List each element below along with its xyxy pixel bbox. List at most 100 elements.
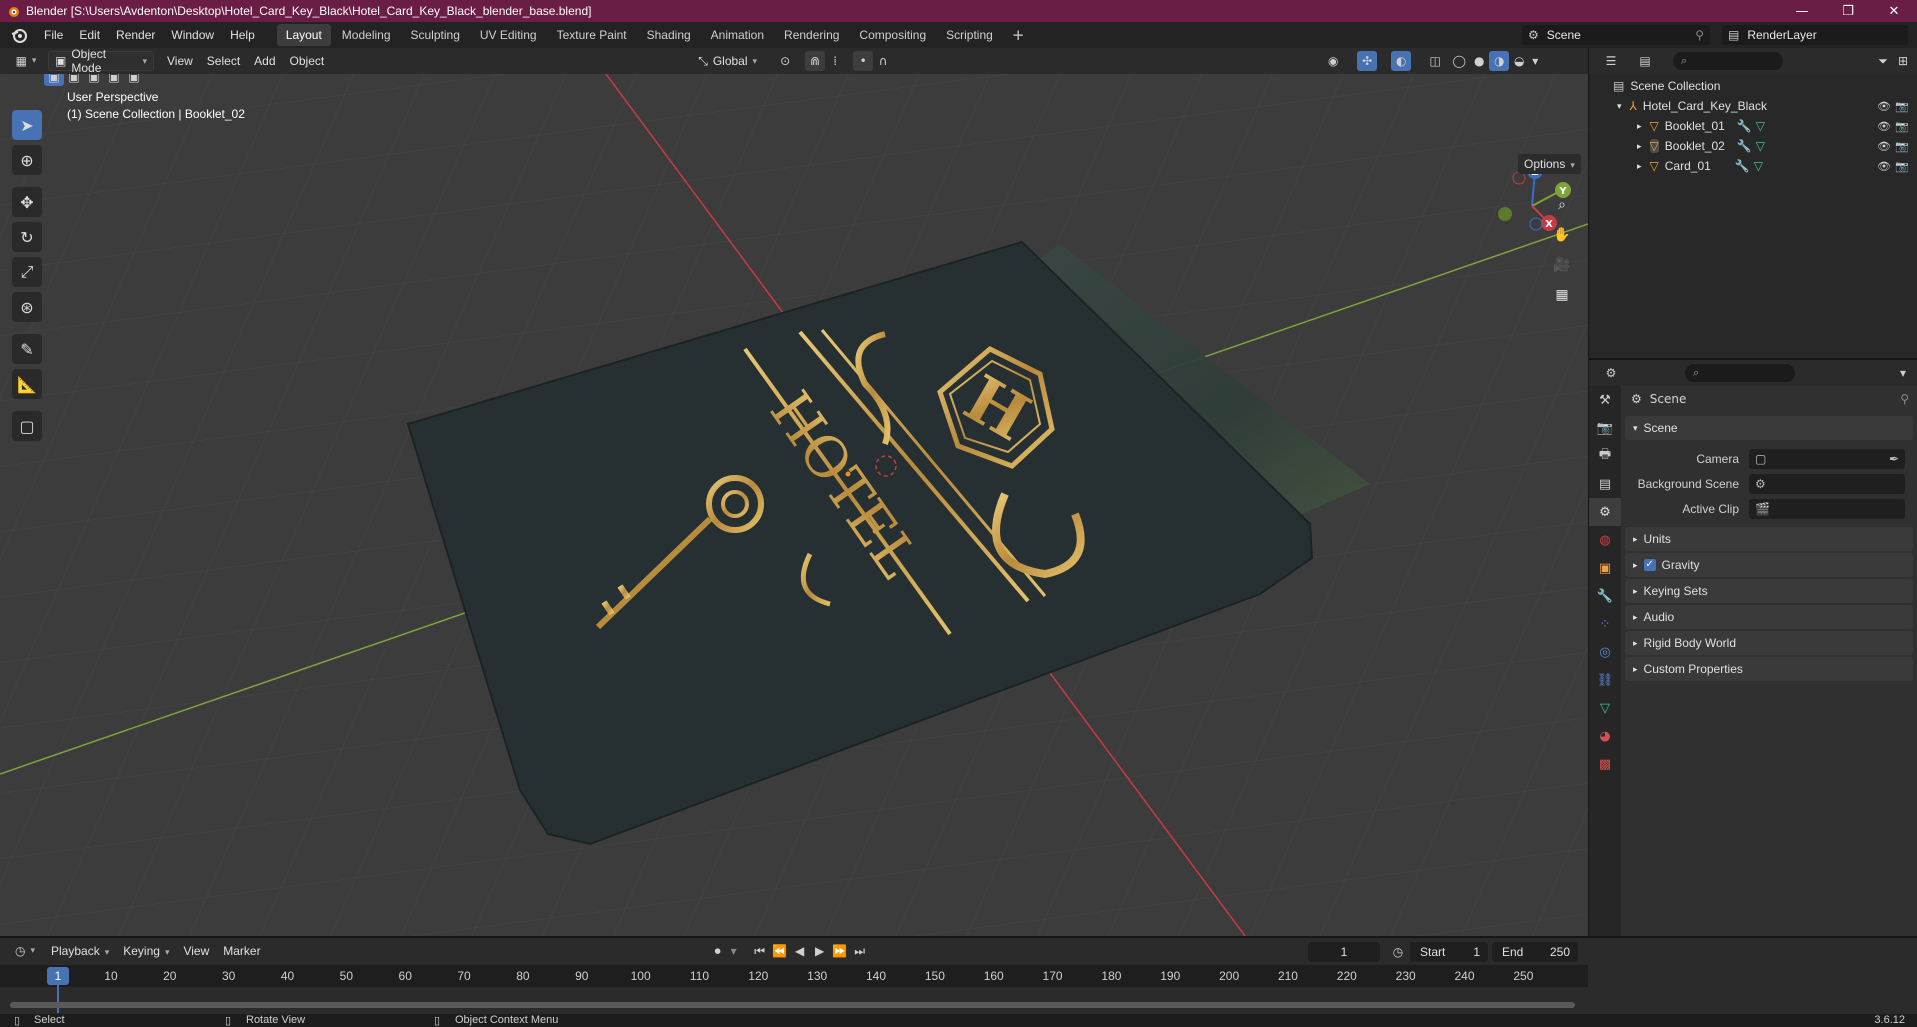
render-camera-icon[interactable]: 📷 (1895, 100, 1909, 113)
play-icon[interactable]: ▶ (810, 941, 830, 961)
visibility-eye-icon[interactable]: 👁 (1877, 140, 1891, 153)
visibility-icon[interactable]: ◉ (1323, 51, 1343, 71)
solid-shading-icon[interactable]: ● (1469, 51, 1489, 71)
snap-icon[interactable]: ⋒ (805, 51, 826, 71)
menu-window[interactable]: Window (163, 24, 222, 46)
panel-gravity[interactable]: ▸ ✓ Gravity (1625, 553, 1913, 577)
output-tab-icon[interactable]: 🖶 (1589, 442, 1621, 470)
tab-uv-editing[interactable]: UV Editing (471, 24, 546, 46)
rendered-shading-icon[interactable]: ◒ (1509, 51, 1529, 71)
modifier-tab-icon[interactable]: 🔧 (1589, 582, 1621, 610)
render-camera-icon[interactable]: 📷 (1895, 120, 1909, 133)
visibility-eye-icon[interactable]: 👁 (1877, 160, 1891, 173)
particles-tab-icon[interactable]: ⁘ (1589, 610, 1621, 638)
select-tool-icon[interactable]: ➤ (12, 110, 42, 140)
outliner-row-booklet-02[interactable]: ▸ ▽ Booklet_02 🔧 ▽ 👁 📷 (1589, 136, 1917, 156)
constraints-tab-icon[interactable]: ⛓ (1589, 666, 1621, 694)
expand-right-icon[interactable]: ▸ (1637, 121, 1642, 132)
outliner-row-card-01[interactable]: ▸ ▽ Card_01 🔧 ▽ 👁 📷 (1589, 156, 1917, 176)
tab-scripting[interactable]: Scripting (937, 24, 1002, 46)
eyedropper-icon[interactable]: ✒ (1889, 452, 1899, 466)
tab-compositing[interactable]: Compositing (850, 24, 935, 46)
overlay-toggle-icon[interactable]: ◐ (1391, 51, 1412, 71)
orientation-dropdown[interactable]: ⤡ Global ▾ (691, 51, 768, 71)
gravity-checkbox[interactable]: ✓ (1643, 559, 1656, 571)
camera-view-icon[interactable]: 🎥 (1549, 252, 1575, 278)
pivot-point-icon[interactable]: ⊙ (775, 51, 795, 71)
scene-selector[interactable]: ⚙ Scene ⚲ (1522, 25, 1710, 45)
play-reverse-icon[interactable]: ◀ (790, 941, 810, 961)
current-frame-field[interactable]: 1 (1308, 942, 1380, 962)
expand-right-icon[interactable]: ▸ (1637, 161, 1642, 172)
menu-render[interactable]: Render (108, 24, 163, 46)
pan-hand-icon[interactable]: ✋ (1549, 222, 1575, 248)
menu-file[interactable]: File (36, 24, 71, 46)
transform-tool-icon[interactable]: ⊛ (12, 292, 42, 322)
select-subtract-icon[interactable]: ▣ (84, 74, 104, 86)
visibility-eye-icon[interactable]: 👁 (1877, 100, 1891, 113)
zoom-icon[interactable]: ⌕ (1549, 192, 1575, 218)
timeline-ruler[interactable]: 1 10 20 30 40 50 60 70 80 90 100 110 120 130 140 150 160… (0, 965, 1588, 1013)
tool-tab-icon[interactable]: ⚒ (1589, 386, 1621, 414)
tab-rendering[interactable]: Rendering (775, 24, 848, 46)
filter-icon[interactable]: ⏷ (1873, 51, 1893, 71)
properties-options-icon[interactable]: ▾ (1893, 363, 1913, 383)
measure-tool-icon[interactable]: 📐 (12, 369, 42, 399)
tab-texture-paint[interactable]: Texture Paint (548, 24, 636, 46)
properties-editor-type-icon[interactable]: ⚙ (1597, 363, 1625, 383)
scene-tab-icon[interactable]: ⚙ (1589, 498, 1621, 526)
outliner-editor-type-icon[interactable]: ☰ (1597, 51, 1625, 71)
maximize-icon[interactable]: ❐ (1825, 0, 1871, 22)
tab-layout[interactable]: Layout (276, 24, 331, 46)
3d-viewport[interactable]: H HOTEL Z Y X User (0, 74, 1588, 936)
menu-timeline-view[interactable]: View (176, 944, 216, 958)
end-frame-field[interactable]: End 250 (1492, 942, 1578, 962)
physics-tab-icon[interactable]: ◎ (1589, 638, 1621, 666)
menu-marker[interactable]: Marker (216, 944, 267, 958)
falloff-icon[interactable]: ∩ (873, 51, 893, 71)
close-icon[interactable]: ✕ (1871, 0, 1917, 22)
menu-help[interactable]: Help (222, 24, 263, 46)
menu-select[interactable]: Select (200, 54, 247, 68)
panel-scene[interactable]: ▾ Scene (1625, 416, 1913, 440)
new-collection-icon[interactable]: ⊞ (1893, 51, 1913, 71)
expand-down-icon[interactable]: ▾ (1617, 101, 1622, 112)
blender-menu-icon[interactable] (10, 26, 28, 44)
background-scene-field[interactable]: ⚙ (1749, 473, 1905, 494)
shading-options-icon[interactable]: ▾ (1529, 51, 1541, 71)
texture-tab-icon[interactable]: ▩ (1589, 750, 1621, 778)
viewport-scene[interactable]: H HOTEL Z Y X (0, 74, 1588, 936)
auto-keying-record-icon[interactable]: ⏺ (708, 941, 728, 961)
menu-keying[interactable]: Keying ▾ (116, 944, 176, 958)
timeline-scrollbar[interactable] (10, 1002, 1575, 1008)
panel-units[interactable]: ▸ Units (1625, 527, 1913, 551)
pin-icon[interactable]: ⚲ (1695, 28, 1704, 42)
outliner-row-booklet-01[interactable]: ▸ ▽ Booklet_01 🔧 ▽ 👁 📷 (1589, 116, 1917, 136)
start-frame-field[interactable]: Start 1 (1410, 942, 1488, 962)
select-intersect-icon[interactable]: ▣ (124, 74, 144, 86)
outliner-search-input[interactable]: ⌕ (1673, 52, 1783, 70)
jump-end-icon[interactable]: ⏭ (850, 941, 870, 961)
prev-keyframe-icon[interactable]: ⏪ (770, 941, 790, 961)
cursor-tool-icon[interactable]: ⊕ (12, 145, 42, 175)
add-cube-tool-icon[interactable]: ▢ (12, 411, 42, 441)
render-camera-icon[interactable]: 📷 (1895, 140, 1909, 153)
menu-edit[interactable]: Edit (71, 24, 108, 46)
visibility-eye-icon[interactable]: 👁 (1877, 120, 1891, 133)
panel-custom-properties[interactable]: ▸ Custom Properties (1625, 657, 1913, 681)
options-dropdown[interactable]: Options ▾ (1518, 154, 1581, 174)
jump-start-icon[interactable]: ⏮ (750, 941, 770, 961)
snap-target-icon[interactable]: ⁞ (825, 51, 845, 71)
select-extend-icon[interactable]: ▣ (64, 74, 84, 86)
proportional-edit-icon[interactable]: • (853, 51, 874, 71)
preview-range-icon[interactable]: ◷ (1388, 942, 1408, 962)
menu-playback[interactable]: Playback ▾ (44, 944, 116, 958)
menu-object[interactable]: Object (283, 54, 332, 68)
tab-modeling[interactable]: Modeling (333, 24, 400, 46)
xray-icon[interactable]: ◫ (1425, 51, 1445, 71)
tab-sculpting[interactable]: Sculpting (402, 24, 469, 46)
menu-add[interactable]: Add (247, 54, 282, 68)
outliner-row-collection[interactable]: ▾ ⅄ Hotel_Card_Key_Black 👁 📷 (1589, 96, 1917, 116)
panel-keying-sets[interactable]: ▸ Keying Sets (1625, 579, 1913, 603)
render-camera-icon[interactable]: 📷 (1895, 160, 1909, 173)
